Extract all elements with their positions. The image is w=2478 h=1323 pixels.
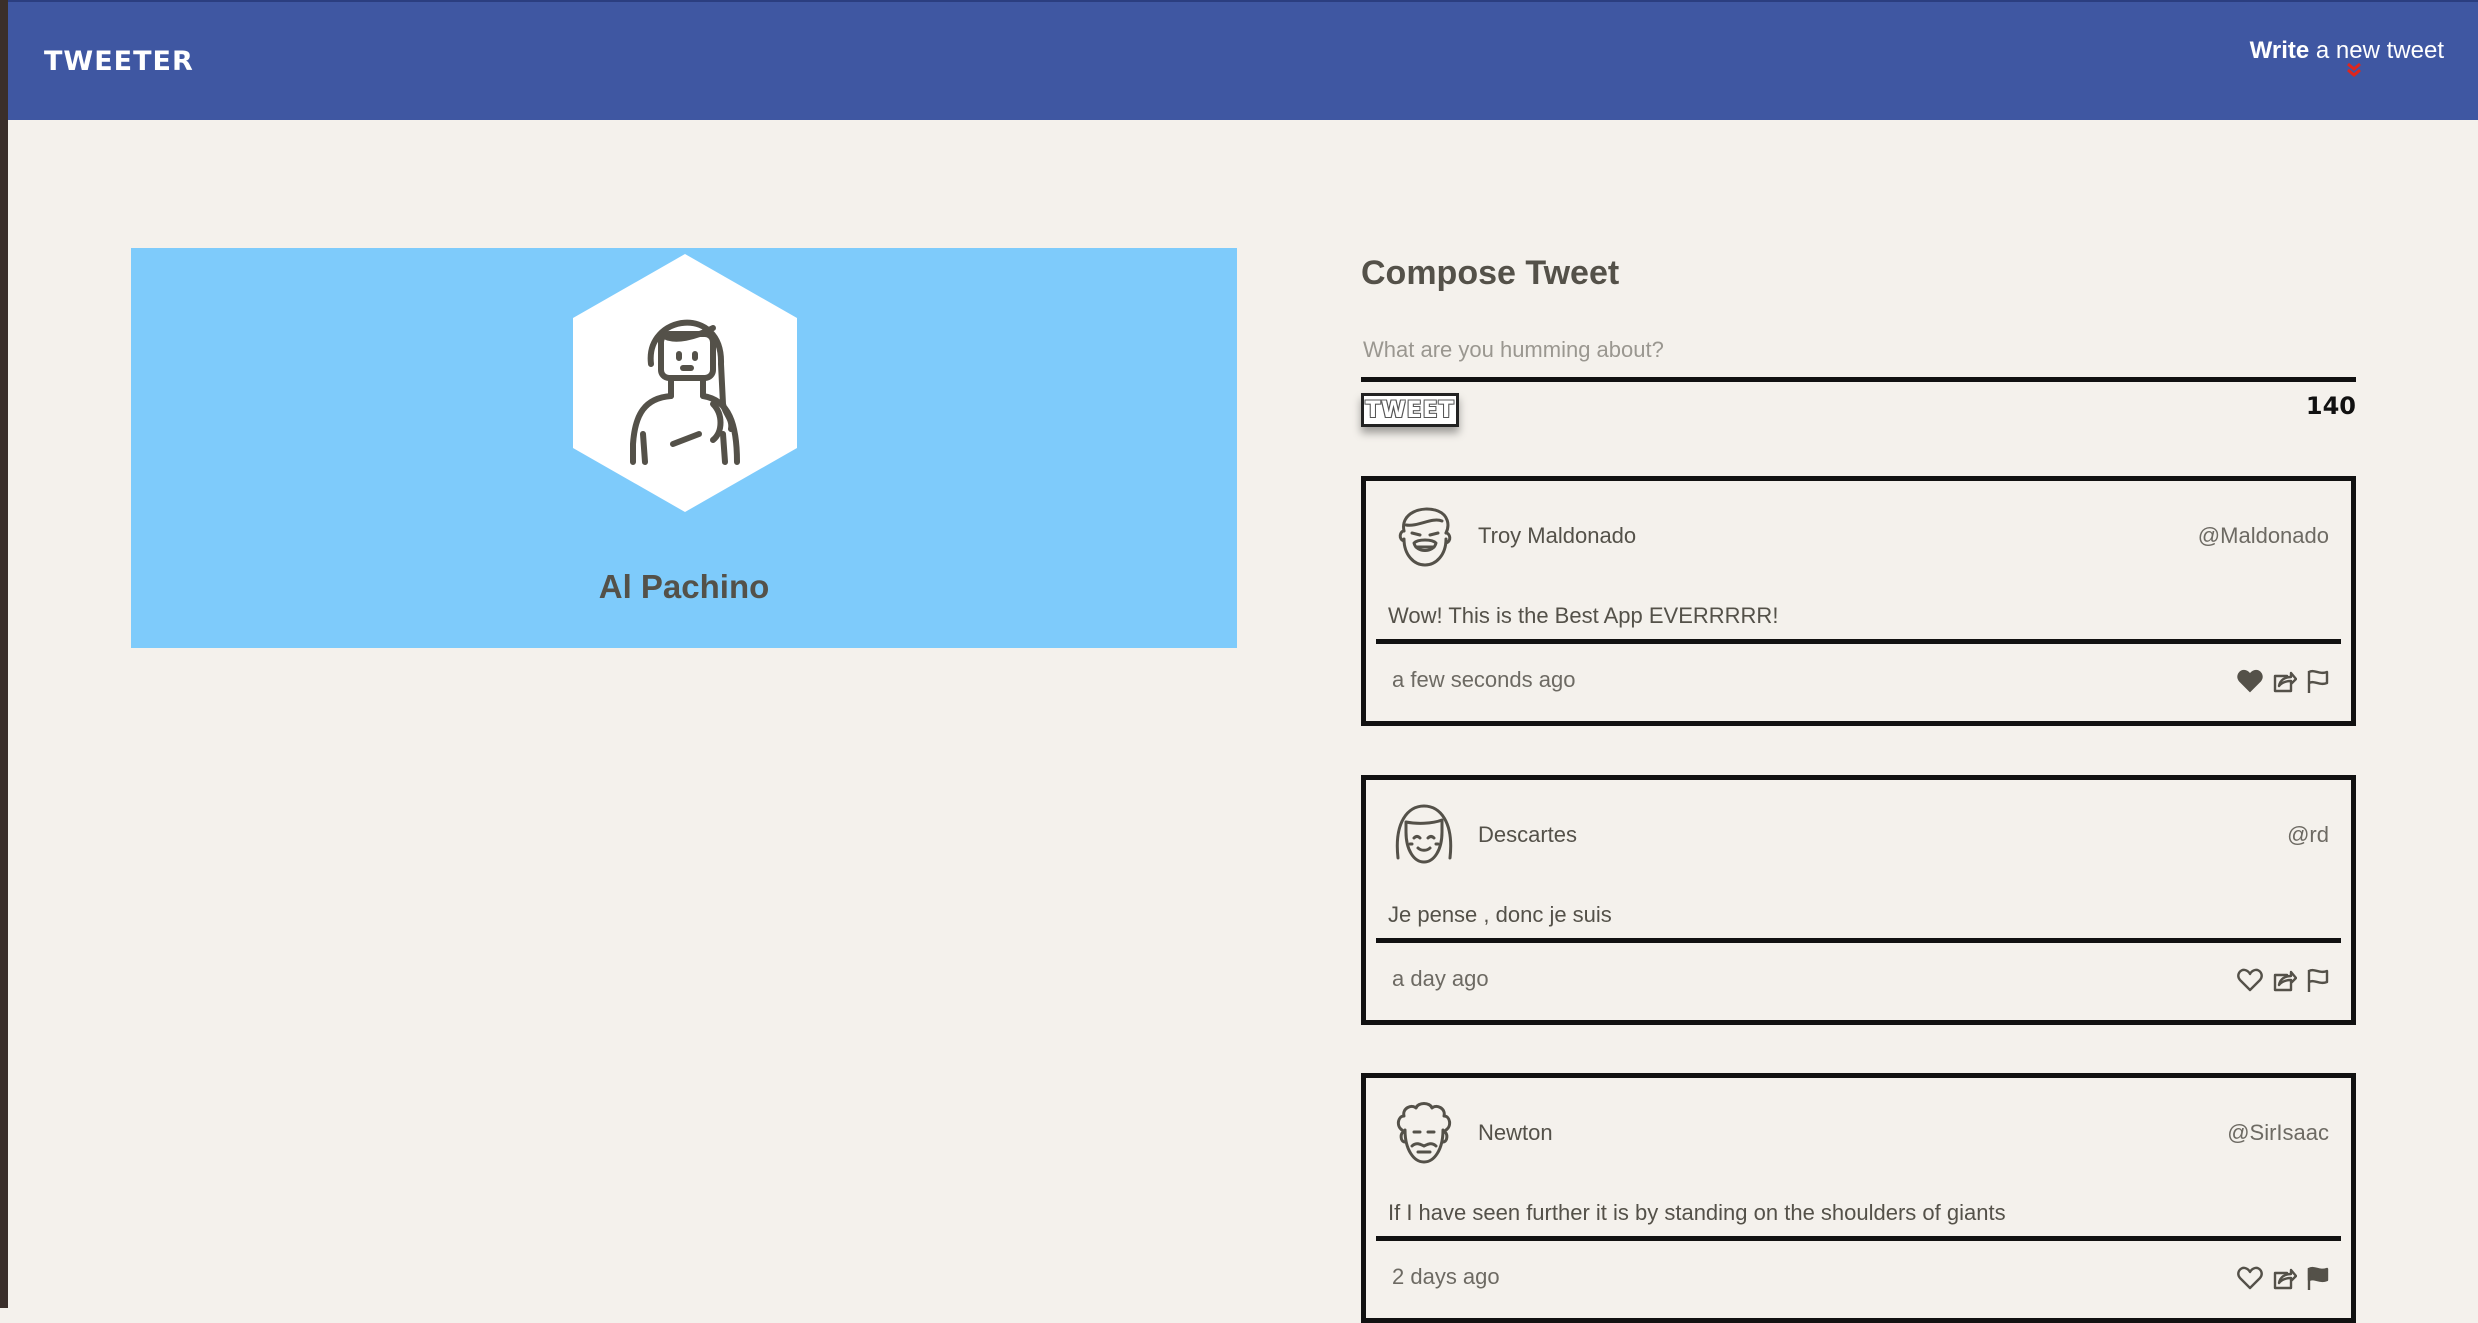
tweet-author-handle: @rd [2287, 822, 2329, 847]
profile-card: Al Pachino [131, 248, 1237, 648]
character-counter: 140 [2305, 392, 2356, 420]
tweet-actions [2237, 667, 2331, 695]
flag-outline-icon[interactable] [2305, 967, 2331, 993]
laughing-man-avatar-icon [1398, 507, 1452, 567]
tweet-input[interactable] [1361, 322, 2356, 382]
tweet-author-handle: @Maldonado [2197, 523, 2329, 548]
tweet-timestamp: 2 days ago [1392, 1264, 1500, 1289]
flag-outline-icon[interactable] [2305, 668, 2331, 694]
tweet-text: Je pense , donc je suis [1388, 902, 1612, 927]
tweet-actions [2237, 966, 2331, 994]
compose-title: Compose Tweet [1361, 254, 1620, 292]
tweet-card: Descartes @rd Je pense , donc je suis a … [1361, 775, 2356, 1025]
tweet-author-name: Descartes [1478, 822, 1578, 847]
tweet-button[interactable]: TWEET [1361, 393, 1459, 427]
tweet-text: Wow! This is the Best App EVERRRRR! [1388, 603, 1779, 628]
tweet-author-name: Newton [1478, 1120, 1553, 1145]
tweet-timestamp: a day ago [1392, 966, 1489, 991]
share-icon[interactable] [2271, 1265, 2297, 1291]
curly-hair-avatar-icon [1396, 1102, 1452, 1164]
write-label: Write [2249, 37, 2310, 64]
tweet-divider [1376, 938, 2341, 943]
tweet-text: If I have seen further it is by standing… [1388, 1200, 2006, 1225]
top-navbar: TWEETER Write a new tweet [8, 0, 2478, 120]
tweet-divider [1376, 1236, 2341, 1241]
tweet-timestamp: a few seconds ago [1392, 667, 1576, 692]
woman-avatar-icon [573, 254, 797, 512]
chevron-double-down-icon[interactable] [2344, 60, 2364, 80]
brand-logo[interactable]: TWEETER [44, 46, 194, 77]
profile-name: Al Pachino [598, 568, 770, 605]
new-tweet-label: a new tweet [2309, 37, 2444, 64]
share-icon[interactable] [2271, 668, 2297, 694]
tweet-divider [1376, 639, 2341, 644]
heart-filled-icon[interactable] [2237, 668, 2263, 694]
bob-hair-avatar-icon [1395, 804, 1453, 864]
tweet-author-handle: @SirIsaac [2227, 1120, 2329, 1145]
tweet-actions [2237, 1264, 2331, 1292]
tweet-card: Newton @SirIsaac If I have seen further … [1361, 1073, 2356, 1323]
share-icon[interactable] [2271, 967, 2297, 993]
window-edge [0, 0, 8, 1308]
heart-outline-icon[interactable] [2237, 1265, 2263, 1291]
flag-filled-icon[interactable] [2305, 1265, 2331, 1291]
tweet-card: Troy Maldonado @Maldonado Wow! This is t… [1361, 476, 2356, 726]
tweet-author-name: Troy Maldonado [1478, 523, 1637, 548]
heart-outline-icon[interactable] [2237, 967, 2263, 993]
